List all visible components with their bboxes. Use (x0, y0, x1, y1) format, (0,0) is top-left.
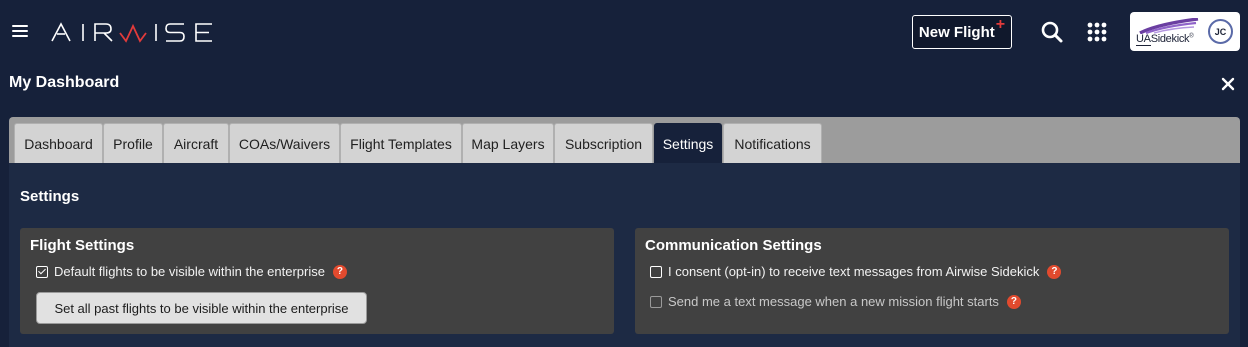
help-icon[interactable]: ? (332, 264, 347, 279)
ua-sidekick-account-button[interactable]: UASidekick® JC (1130, 12, 1240, 51)
tab-notifications[interactable]: Notifications (723, 123, 822, 163)
new-flight-button[interactable]: New Flight + (912, 15, 1012, 49)
page-title: My Dashboard (9, 74, 120, 91)
settings-heading: Settings (20, 188, 80, 205)
tab-flight-templates[interactable]: Flight Templates (340, 123, 462, 163)
tab-subscription[interactable]: Subscription (554, 123, 653, 163)
airwise-logo-wordmark (51, 22, 212, 43)
top-navigation-bar: New Flight + UASidekick® JC (0, 0, 1248, 64)
hamburger-menu-icon[interactable] (12, 25, 28, 39)
tab-map-layers[interactable]: Map Layers (462, 123, 554, 163)
ua-sidekick-logo-icon (1139, 18, 1199, 34)
new-flight-label: New Flight (918, 23, 995, 41)
default-visibility-row: Default flights to be visible within the… (36, 264, 347, 279)
user-avatar[interactable]: JC (1208, 19, 1233, 44)
communication-settings-card: Communication Settings I consent (opt-in… (635, 228, 1229, 334)
tab-settings[interactable]: Settings (654, 123, 722, 163)
close-icon[interactable] (1220, 76, 1236, 92)
communication-settings-title: Communication Settings (645, 237, 822, 254)
airwise-logo[interactable] (50, 20, 214, 44)
sms-consent-row: I consent (opt-in) to receive text messa… (650, 264, 1062, 279)
tab-aircraft[interactable]: Aircraft (163, 123, 229, 163)
set-past-flights-visible-button[interactable]: Set all past flights to be visible withi… (36, 292, 367, 324)
sms-consent-checkbox[interactable] (650, 265, 662, 278)
tab-coas-waivers[interactable]: COAs/Waivers (229, 123, 340, 163)
help-icon[interactable]: ? (1006, 294, 1021, 309)
tab-profile[interactable]: Profile (103, 123, 163, 163)
sms-consent-label: I consent (opt-in) to receive text messa… (668, 264, 1040, 279)
apps-grid-icon[interactable] (1087, 22, 1107, 42)
mission-sms-checkbox[interactable] (650, 295, 662, 308)
flight-settings-title: Flight Settings (30, 237, 135, 254)
flight-settings-card: Flight Settings Default flights to be vi… (20, 228, 614, 334)
dashboard-tab-bar: Dashboard Profile Aircraft COAs/Waivers … (9, 117, 1240, 163)
mission-sms-label: Send me a text message when a new missio… (668, 294, 999, 309)
help-icon[interactable]: ? (1047, 264, 1062, 279)
ua-sidekick-logo-text: UASidekick® (1136, 33, 1194, 46)
mission-sms-row: Send me a text message when a new missio… (650, 294, 1021, 309)
search-icon[interactable] (1040, 20, 1064, 44)
default-visibility-checkbox[interactable] (36, 265, 48, 278)
new-flight-plus-icon: + (995, 16, 1006, 33)
dashboard-panel: Dashboard Profile Aircraft COAs/Waivers … (9, 117, 1240, 347)
default-visibility-label: Default flights to be visible within the… (54, 264, 325, 279)
tab-dashboard[interactable]: Dashboard (14, 123, 103, 163)
